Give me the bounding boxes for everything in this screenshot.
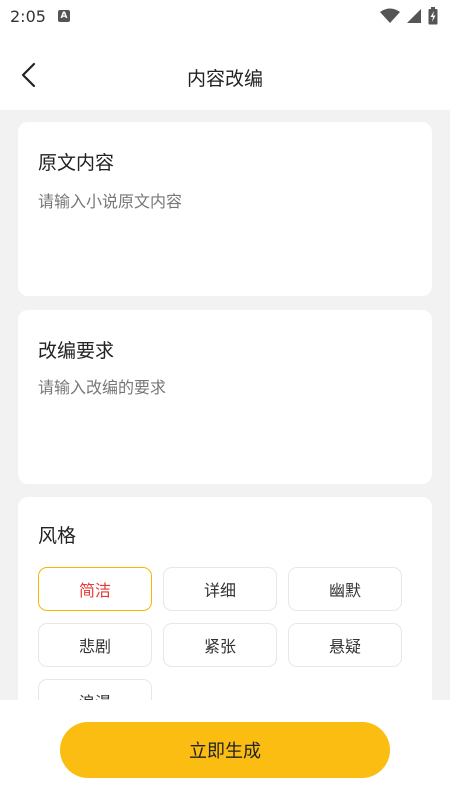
status-right: [380, 7, 438, 25]
a-badge-icon: A: [57, 10, 70, 22]
status-time: 2:05: [10, 6, 46, 26]
adaptation-requirement-title: 改编要求: [38, 340, 115, 362]
style-option-concise[interactable]: 简洁: [38, 567, 152, 611]
style-card: 风格 简洁 详细 幽默 悲剧 紧张 悬疑 浪漫: [18, 497, 432, 700]
style-option-tragic[interactable]: 悲剧: [38, 623, 152, 667]
content-area[interactable]: 原文内容 改编要求 风格 简洁 详细 幽默 悲剧 紧张 悬疑 浪漫: [0, 110, 450, 700]
adaptation-requirement-input[interactable]: [38, 374, 412, 444]
bottom-action-bar: 立即生成: [0, 700, 450, 800]
style-option-detailed[interactable]: 详细: [163, 567, 277, 611]
adaptation-requirement-card: 改编要求: [18, 310, 432, 484]
status-bar: 2:05 A: [0, 0, 450, 32]
page-title: 内容改编: [186, 68, 263, 90]
wifi-icon: [380, 8, 400, 23]
style-title: 风格: [38, 525, 77, 547]
cellular-signal-icon: [407, 9, 421, 23]
generate-now-button[interactable]: 立即生成: [60, 722, 390, 778]
style-option-tense[interactable]: 紧张: [163, 623, 277, 667]
style-option-humorous[interactable]: 幽默: [288, 567, 402, 611]
style-option-suspense[interactable]: 悬疑: [288, 623, 402, 667]
app-header: 内容改编: [0, 32, 450, 110]
original-text-input[interactable]: [38, 188, 412, 258]
battery-charging-icon: [428, 7, 438, 25]
style-option-romantic[interactable]: 浪漫: [38, 679, 152, 700]
original-text-title: 原文内容: [38, 152, 115, 174]
original-text-card: 原文内容: [18, 122, 432, 296]
status-left: 2:05 A: [10, 7, 70, 26]
